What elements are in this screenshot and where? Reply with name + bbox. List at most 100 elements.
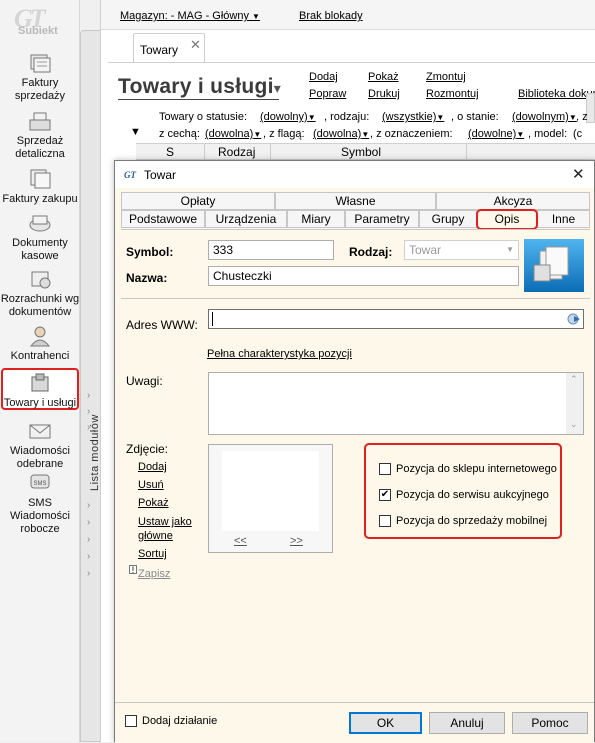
chevron-right-icon[interactable]: › (87, 534, 90, 545)
product-image-icon[interactable] (524, 239, 584, 292)
tab-inne[interactable]: Inne (537, 210, 590, 228)
sidebar-item-kontrahenci[interactable]: Kontrahenci (0, 325, 80, 363)
sidebar-item-sms[interactable]: SMS SMS Wiadomości robocze (0, 472, 80, 536)
dialog-title: Towar (144, 168, 177, 182)
subiekt-logo: GT Subiekt (6, 4, 72, 38)
add-action-checkbox[interactable] (125, 715, 137, 727)
document-library-link[interactable]: Biblioteka dokum (518, 88, 595, 100)
state-filter-dropdown[interactable]: (dowolnym)▼ (512, 111, 577, 123)
sidebar-item-faktury-sprzedazy[interactable]: Faktury sprzedaży (0, 52, 80, 103)
photo-preview-frame: << >> (208, 444, 333, 553)
dropdown-arrow-icon: ▼ (253, 130, 262, 139)
sidebar-item-label: Faktury sprzedaży (14, 77, 66, 102)
photo-add-link[interactable]: Dodaj (138, 461, 167, 473)
print-link[interactable]: Drukuj (368, 88, 400, 100)
column-header-rodzaj[interactable]: Rodzaj (218, 145, 255, 159)
warehouse-selector[interactable]: Magazyn: - MAG - Główny ▼ (120, 10, 260, 22)
feature-filter-dropdown[interactable]: (dowolna)▼ (205, 128, 261, 140)
open-url-icon[interactable] (567, 312, 581, 325)
checkmark-icon: ✔ (380, 489, 390, 500)
tab-podstawowe[interactable]: Podstawowe (121, 210, 205, 228)
photo-next-button[interactable]: >> (290, 535, 303, 547)
lock-status-link[interactable]: Brak blokady (299, 10, 363, 22)
mark-filter-dropdown[interactable]: (dowolne)▼ (468, 128, 524, 140)
chevron-right-icon[interactable]: › (87, 517, 90, 528)
type-filter-dropdown[interactable]: (wszystkie)▼ (382, 111, 444, 123)
close-icon[interactable]: ✕ (190, 37, 201, 53)
nazwa-field[interactable]: Chusteczki (208, 266, 519, 286)
show-link[interactable]: Pokaż (368, 71, 399, 83)
sidebar-item-sprzedaz-detaliczna[interactable]: Sprzedaż detaliczna (0, 110, 80, 161)
tab-parametry[interactable]: Parametry (345, 210, 419, 228)
chevron-right-icon[interactable]: › (87, 500, 90, 511)
chevron-right-icon[interactable]: › (87, 406, 90, 417)
tab-wlasne[interactable]: Własne (275, 192, 436, 210)
auction-checkbox[interactable]: ✔ (379, 489, 391, 501)
photo-set-main-link[interactable]: Ustaw jako główne (138, 515, 202, 543)
online-shop-checkbox[interactable] (379, 463, 391, 475)
scroll-down-icon[interactable]: ⌄ (570, 419, 578, 430)
expand-filters-icon[interactable]: ▼ (130, 126, 141, 138)
rodzaj-select[interactable]: Towar ▼ (404, 240, 519, 260)
ok-button[interactable]: OK (349, 712, 422, 734)
feature-filter-value: (dowolna) (205, 128, 254, 140)
disassemble-link[interactable]: Rozmontuj (426, 88, 479, 100)
sidebar-item-faktury-zakupu[interactable]: Faktury zakupu (0, 168, 80, 206)
www-field[interactable] (208, 309, 584, 329)
tab-towary[interactable]: Towary ✕ (133, 33, 205, 63)
photo-show-link[interactable]: Pokaż (138, 497, 169, 509)
close-icon[interactable]: ✕ (572, 165, 585, 183)
sidebar-item-wiadomosci-odebrane[interactable]: Wiadomości odebrane (0, 420, 80, 471)
add-link[interactable]: Dodaj (309, 71, 338, 83)
dropdown-arrow-icon: ▼ (361, 130, 370, 139)
help-button[interactable]: Pomoc (512, 712, 588, 734)
status-filter-dropdown[interactable]: (dowolny)▼ (260, 111, 316, 123)
tab-miary[interactable]: Miary (287, 210, 345, 228)
warning-icon: ! (129, 565, 137, 575)
dropdown-arrow-icon: ▼ (252, 12, 260, 21)
scroll-up-icon[interactable]: ⌃ (570, 374, 578, 385)
invoice-stack-icon (30, 54, 51, 73)
mobile-sale-checkbox[interactable] (379, 515, 391, 527)
cancel-button[interactable]: Anuluj (429, 712, 505, 734)
app-logo-icon: GT (124, 170, 136, 180)
tab-grupy[interactable]: Grupy (419, 210, 477, 228)
sidebar-item-label: Wiadomości odebrane (10, 445, 70, 470)
add-action-label: Dodaj działanie (142, 715, 218, 727)
chevron-right-icon[interactable]: › (87, 422, 90, 433)
goods-box-icon (31, 373, 49, 392)
full-description-link[interactable]: Pełna charakterystyka pozycji (207, 348, 352, 360)
photo-sort-link[interactable]: Sortuj (138, 548, 167, 560)
chevron-right-icon[interactable]: › (87, 390, 90, 401)
rodzaj-value: Towar (409, 243, 442, 257)
sidebar-item-towary-i-uslugi[interactable]: Towary i usługi (0, 372, 80, 410)
uwagi-textarea[interactable] (208, 372, 584, 435)
sidebar-item-label: Rozrachunki wg dokumentów (0, 293, 80, 318)
photo-label: Zdjęcie: (126, 442, 169, 456)
svg-text:SMS: SMS (33, 481, 46, 487)
sidebar-item-label: Dokumenty kasowe (12, 237, 68, 262)
symbol-field[interactable]: 333 (208, 240, 334, 260)
tab-oplaty[interactable]: Opłaty (121, 192, 275, 210)
uwagi-scrollbar[interactable]: ⌃ ⌄ (566, 373, 583, 434)
photo-save-link[interactable]: Zapisz (138, 568, 170, 580)
chevron-right-icon[interactable]: › (87, 551, 90, 562)
state-filter-value: (dowolnym) (512, 111, 569, 123)
flag-filter-dropdown[interactable]: (dowolna)▼ (313, 128, 369, 140)
tab-urzadzenia[interactable]: Urządzenia (205, 210, 287, 228)
sidebar-item-dokumenty-kasowe[interactable]: Dokumenty kasowe (0, 212, 80, 263)
photo-preview[interactable] (222, 451, 319, 531)
dialog-titlebar[interactable]: GT Towar ✕ (115, 161, 594, 188)
grid-header: S Rodzaj Symbol (136, 143, 595, 160)
column-header-symbol[interactable]: Symbol (341, 145, 381, 159)
chevron-down-icon[interactable]: ▾ (274, 80, 281, 96)
sidebar-item-rozrachunki[interactable]: Rozrachunki wg dokumentów (0, 268, 80, 319)
photo-remove-link[interactable]: Usuń (138, 479, 164, 491)
assemble-link[interactable]: Zmontuj (426, 71, 466, 83)
chevron-right-icon[interactable]: › (87, 568, 90, 579)
state-filter-label: , o stanie: (451, 111, 499, 123)
photo-prev-button[interactable]: << (234, 535, 247, 547)
tab-akcyza[interactable]: Akcyza (436, 192, 590, 210)
edit-link[interactable]: Popraw (309, 88, 346, 100)
column-header-s[interactable]: S (166, 145, 174, 159)
